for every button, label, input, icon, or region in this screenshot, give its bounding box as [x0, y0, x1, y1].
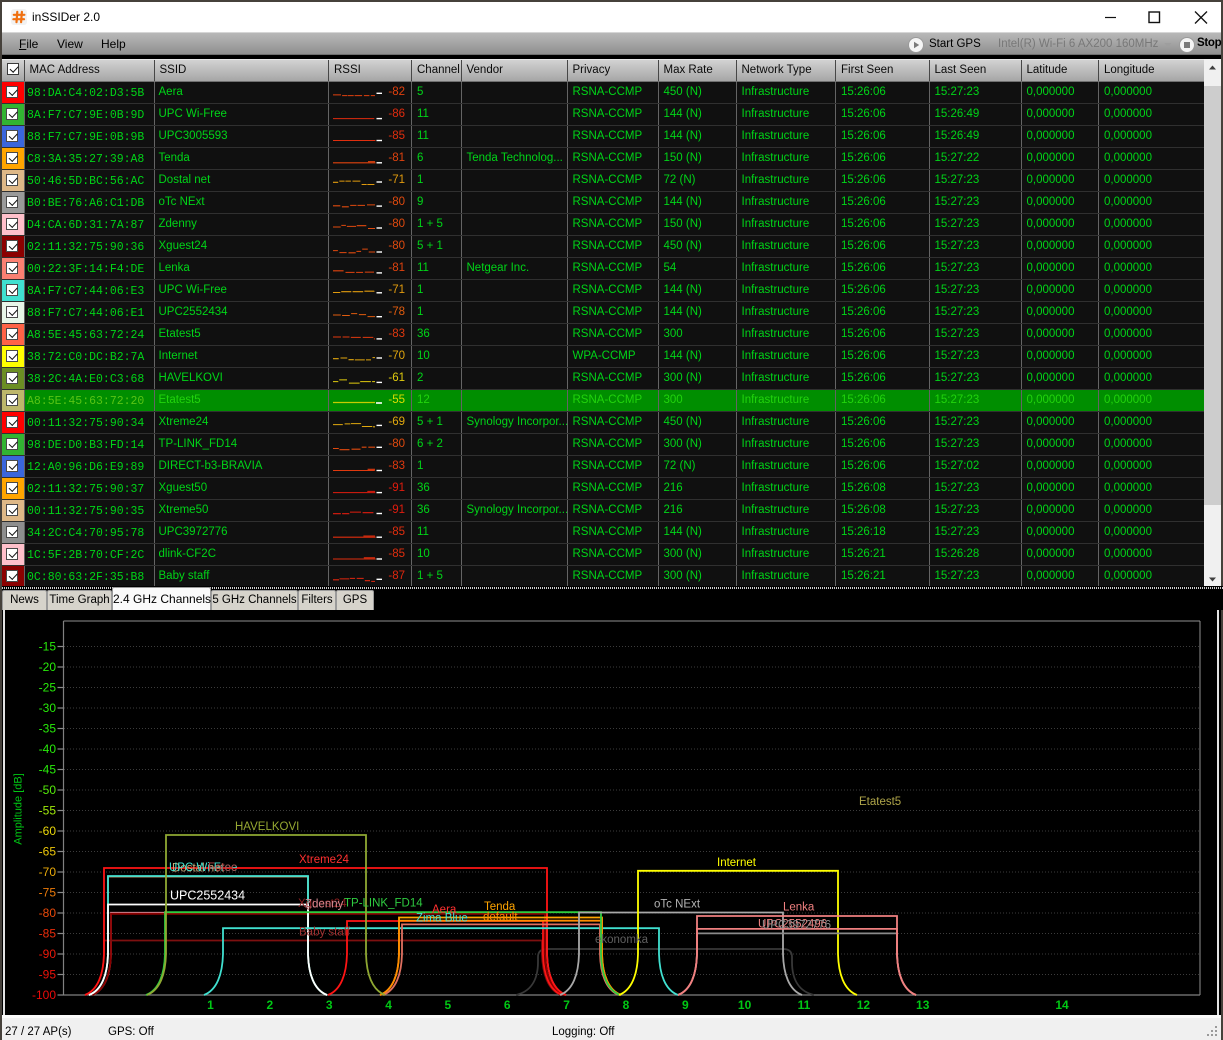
svg-text:Zima Blue: Zima Blue	[416, 913, 468, 925]
svg-text:-30: -30	[39, 701, 57, 715]
svg-text:Xtreme24: Xtreme24	[299, 854, 349, 866]
svg-text:10: 10	[738, 998, 752, 1012]
svg-text:-15: -15	[39, 640, 57, 654]
svg-text:12: 12	[857, 998, 871, 1012]
svg-text:ekonomka: ekonomka	[595, 934, 649, 946]
svg-text:-35: -35	[39, 722, 57, 736]
svg-text:HAVELKOVI: HAVELKOVI	[235, 821, 299, 833]
svg-text:4: 4	[385, 998, 392, 1012]
svg-text:1: 1	[207, 998, 214, 1012]
svg-text:-80: -80	[39, 906, 57, 920]
svg-text:Internet: Internet	[717, 857, 757, 869]
svg-text:UPC3972776: UPC3972776	[762, 920, 831, 932]
svg-text:-40: -40	[39, 742, 57, 756]
svg-text:6: 6	[504, 998, 511, 1012]
svg-text:default: default	[483, 912, 518, 924]
svg-text:2: 2	[267, 998, 274, 1012]
svg-text:3: 3	[326, 998, 333, 1012]
svg-text:oTc NExt: oTc NExt	[654, 899, 701, 911]
svg-text:UPC2552434: UPC2552434	[170, 889, 245, 903]
svg-text:-95: -95	[39, 968, 57, 982]
svg-text:-45: -45	[39, 763, 57, 777]
svg-text:Amplitude [dB]: Amplitude [dB]	[13, 773, 25, 845]
svg-text:7: 7	[563, 998, 570, 1012]
svg-text:-50: -50	[39, 783, 57, 797]
svg-text:-85: -85	[39, 927, 57, 941]
svg-text:TP-LINK_FD14: TP-LINK_FD14	[344, 898, 423, 910]
svg-text:5: 5	[445, 998, 452, 1012]
svg-text:Baby staff: Baby staff	[299, 927, 351, 939]
svg-text:11: 11	[798, 998, 811, 1012]
svg-text:Fotec: Fotec	[208, 862, 237, 874]
svg-text:-60: -60	[39, 824, 57, 838]
svg-text:13: 13	[916, 998, 930, 1012]
svg-text:-90: -90	[39, 947, 57, 961]
svg-text:-25: -25	[39, 681, 57, 695]
svg-text:-55: -55	[39, 804, 57, 818]
svg-text:-75: -75	[39, 886, 57, 900]
svg-text:-100: -100	[32, 988, 56, 1002]
svg-text:Etatest5: Etatest5	[859, 796, 901, 808]
svg-text:14: 14	[1055, 998, 1069, 1012]
svg-text:-20: -20	[39, 660, 57, 674]
svg-text:-70: -70	[39, 865, 57, 879]
svg-text:-65: -65	[39, 845, 57, 859]
svg-text:9: 9	[682, 998, 689, 1012]
svg-text:Zdenny: Zdenny	[305, 899, 344, 911]
svg-text:Lenka: Lenka	[783, 902, 815, 914]
svg-text:8: 8	[623, 998, 630, 1012]
